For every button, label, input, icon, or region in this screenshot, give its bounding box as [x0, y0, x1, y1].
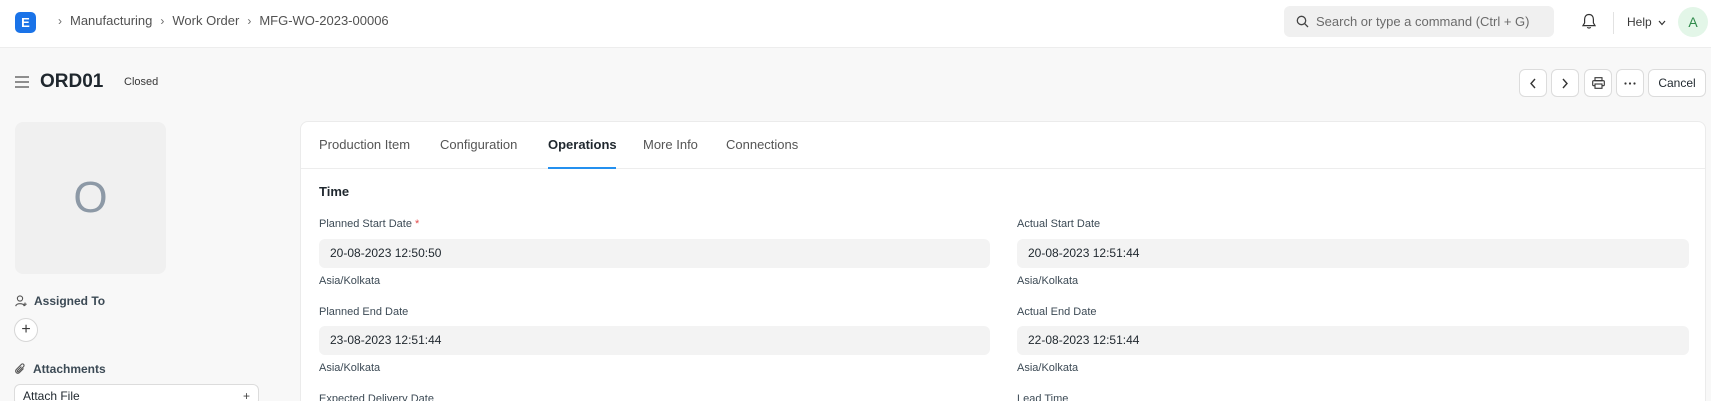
actual-start-date-label: Actual Start Date: [1017, 218, 1101, 230]
breadcrumb: › Manufacturing › Work Order › MFG-WO-20…: [50, 13, 389, 28]
chevron-right-icon: ›: [247, 13, 252, 28]
tab-more-info[interactable]: More Info: [643, 137, 698, 152]
tab-production-item[interactable]: Production Item: [319, 137, 410, 152]
search-icon: [1296, 15, 1309, 28]
attachments-label: Attachments: [33, 362, 106, 376]
search-input[interactable]: [1316, 6, 1546, 37]
planned-start-date-label-text: Planned Start Date: [319, 218, 412, 230]
navbar-divider: [1613, 12, 1614, 34]
assigned-to-label: Assigned To: [34, 294, 106, 308]
print-button[interactable]: [1584, 69, 1612, 97]
paperclip-icon: [15, 362, 25, 374]
form-card: Production Item Configuration Operations…: [300, 121, 1706, 401]
actual-start-date-timezone: Asia/Kolkata: [1017, 275, 1079, 287]
planned-end-date-label: Planned End Date: [319, 306, 409, 318]
search-bar: [1284, 6, 1554, 37]
add-assignee-button[interactable]: +: [14, 318, 38, 342]
attachments-section: Attachments: [15, 362, 106, 376]
attach-file-label: Attach File: [23, 389, 80, 401]
user-avatar[interactable]: A: [1678, 7, 1708, 37]
actual-end-date-timezone: Asia/Kolkata: [1017, 362, 1079, 374]
planned-end-date-timezone: Asia/Kolkata: [319, 362, 381, 374]
more-actions-button[interactable]: [1616, 69, 1644, 97]
expected-delivery-date-label: Expected Delivery Date: [319, 393, 434, 401]
planned-start-date-field[interactable]: 20-08-2023 12:50:50: [319, 239, 990, 268]
ellipsis-icon: [1624, 81, 1636, 85]
breadcrumb-document[interactable]: MFG-WO-2023-00006: [259, 13, 388, 28]
breadcrumb-manufacturing[interactable]: Manufacturing: [70, 13, 152, 28]
bell-icon[interactable]: [1582, 13, 1596, 30]
chevron-right-icon: ›: [160, 13, 165, 28]
printer-icon: [1591, 77, 1605, 89]
help-dropdown[interactable]: Help: [1627, 15, 1666, 29]
next-doc-button[interactable]: [1551, 69, 1579, 97]
plus-icon: +: [242, 389, 250, 401]
chevron-right-icon: [1562, 78, 1568, 88]
user-icon: [15, 295, 27, 307]
required-indicator: *: [415, 218, 420, 230]
document-image-placeholder[interactable]: O: [15, 122, 166, 274]
planned-start-date-timezone: Asia/Kolkata: [319, 275, 381, 287]
chevron-down-icon: [1658, 20, 1666, 26]
lead-time-label: Lead Time: [1017, 393, 1069, 401]
tab-connections[interactable]: Connections: [726, 137, 798, 152]
actual-end-date-field[interactable]: 22-08-2023 12:51:44: [1017, 326, 1689, 355]
tab-configuration[interactable]: Configuration: [440, 137, 517, 152]
actual-end-date-label: Actual End Date: [1017, 306, 1097, 318]
breadcrumb-work-order[interactable]: Work Order: [172, 13, 239, 28]
cancel-button[interactable]: Cancel: [1648, 69, 1706, 97]
planned-start-date-label: Planned Start Date *: [319, 218, 419, 230]
status-badge: Closed: [124, 76, 159, 88]
section-title-time: Time: [319, 184, 350, 199]
page-title: ORD01: [40, 71, 104, 92]
tab-operations[interactable]: Operations: [548, 137, 617, 152]
chevron-right-icon: ›: [58, 13, 62, 28]
actual-start-date-field[interactable]: 20-08-2023 12:51:44: [1017, 239, 1689, 268]
planned-end-date-field[interactable]: 23-08-2023 12:51:44: [319, 326, 990, 355]
navbar: E › Manufacturing › Work Order › MFG-WO-…: [0, 0, 1711, 48]
help-label: Help: [1627, 15, 1652, 29]
chevron-left-icon: [1530, 78, 1536, 88]
app-logo[interactable]: E: [15, 12, 36, 33]
attach-file-button[interactable]: Attach File +: [14, 384, 259, 401]
active-tab-indicator: [548, 167, 616, 169]
previous-doc-button[interactable]: [1519, 69, 1547, 97]
assigned-to-section: Assigned To: [15, 294, 105, 308]
tab-bar: Production Item Configuration Operations…: [301, 122, 1705, 169]
sidebar-toggle-icon[interactable]: [15, 76, 29, 88]
